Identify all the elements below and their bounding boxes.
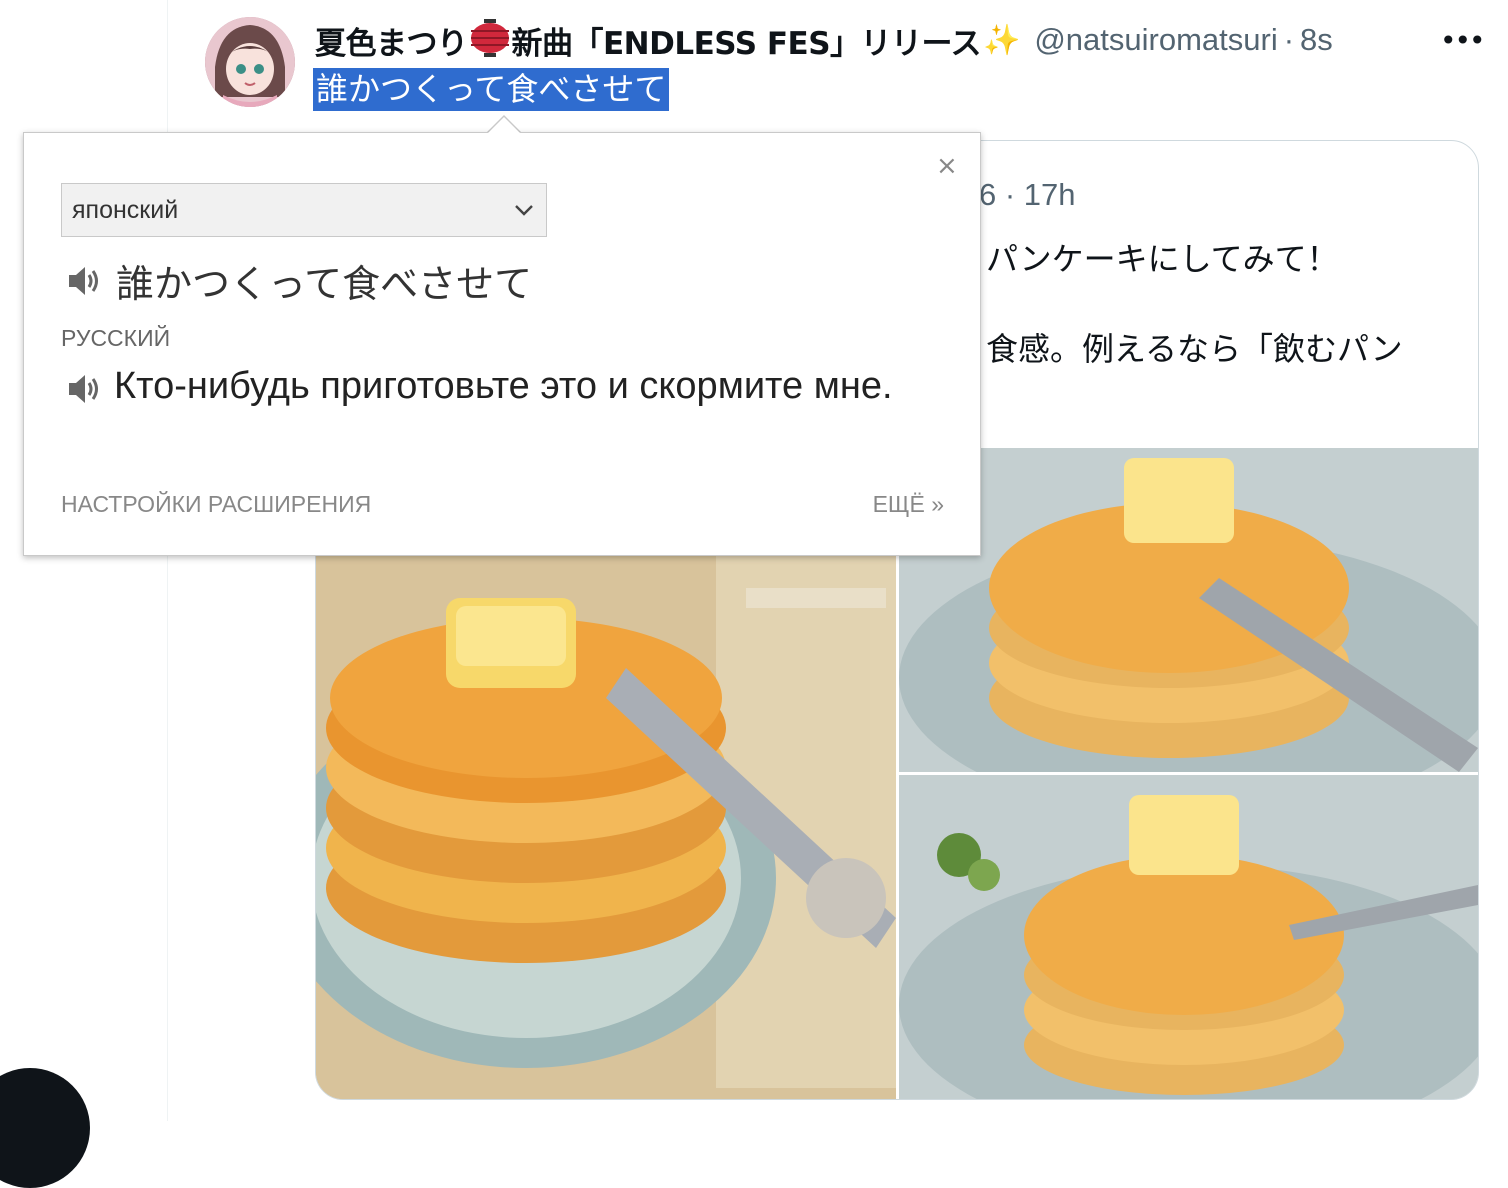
quoted-tweet-text-line: 食感。例えるなら「飲むパン: [986, 330, 1403, 368]
sparkle-icon: ✨: [982, 22, 1021, 58]
target-language-label: РУССКИЙ: [61, 325, 171, 351]
display-name-suffix[interactable]: 新曲「ENDLESS FES」リリース: [512, 18, 982, 63]
tweet-text-selected[interactable]: 誰かつくって食べさせて: [313, 68, 670, 111]
avatar[interactable]: [205, 17, 295, 107]
source-language-select[interactable]: японский: [61, 183, 547, 237]
more-options-icon[interactable]: •••: [1440, 24, 1486, 57]
speaker-icon[interactable]: [64, 261, 104, 305]
pancake-photo-image[interactable]: [899, 775, 1478, 1099]
quoted-tweet-text-line: パンケーキにしてみて！: [986, 240, 1339, 278]
close-icon[interactable]: ×: [936, 151, 958, 181]
display-name[interactable]: 夏色まつり: [315, 18, 468, 63]
extension-settings-link[interactable]: НАСТРОЙКИ РАСШИРЕНИЯ: [61, 491, 371, 518]
translated-text: Кто-нибудь приготовьте это и скормите мн…: [114, 365, 893, 407]
source-language-value: японский: [72, 196, 179, 224]
more-link[interactable]: ЕЩЁ »: [873, 491, 944, 518]
tweet-header: 夏色まつり 新曲「ENDLESS FES」リリース ✨ @natsuiromat…: [315, 18, 1333, 62]
speaker-icon[interactable]: [64, 369, 104, 413]
tweet-timestamp[interactable]: 8s: [1300, 22, 1333, 58]
translation-popup: × японский 誰かつくって食べさせて РУССКИЙ Кто-нибуд…: [23, 132, 981, 556]
source-text: 誰かつくって食べさせて: [116, 262, 533, 306]
chevron-down-icon: [512, 198, 536, 226]
red-lantern-icon: [470, 19, 510, 61]
pancake-photo-image[interactable]: [899, 448, 1478, 772]
popup-arrow-fill: [488, 117, 520, 133]
quoted-tweet-timestamp: 6 · 17h: [979, 177, 1076, 212]
user-handle[interactable]: @natsuiromatsuri: [1034, 22, 1277, 58]
separator-dot: ·: [1283, 22, 1295, 57]
floating-action-button[interactable]: [0, 1068, 90, 1188]
